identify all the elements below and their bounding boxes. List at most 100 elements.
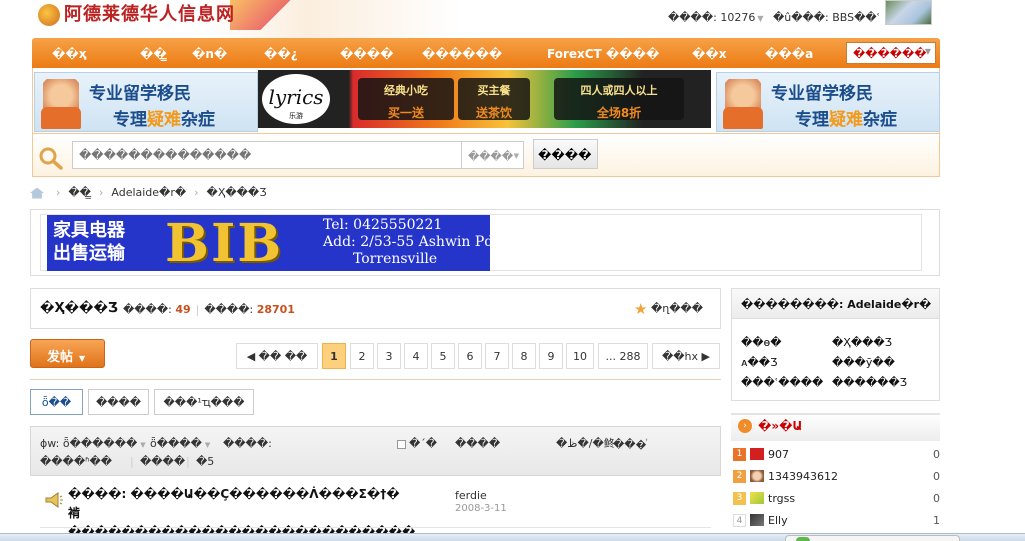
search-icon	[39, 147, 63, 170]
page-link[interactable]: 5	[431, 343, 455, 369]
category-link[interactable]: ��ɵ�	[741, 336, 782, 349]
banner-line1: 专业留学移民	[771, 84, 873, 104]
member-name[interactable]: 907	[768, 448, 789, 461]
nav-item[interactable]: ���a	[765, 47, 813, 61]
banner-line1: 专业留学移民	[89, 84, 191, 104]
chevron-down-icon[interactable]: ▼	[757, 14, 763, 23]
avatar[interactable]	[885, 0, 932, 25]
page-link[interactable]: 1	[322, 343, 346, 369]
logo-text: 阿德莱德华人信息网	[64, 4, 235, 25]
time-filter[interactable]: ����:	[223, 437, 272, 450]
page-link[interactable]: 7	[485, 343, 509, 369]
breadcrumb-item[interactable]: ��̳	[68, 186, 91, 199]
avatar	[750, 514, 764, 526]
lyrics-logo: lyrics 乐游	[262, 74, 330, 124]
new-post-button[interactable]: 发帖 ▼	[30, 339, 105, 368]
ad-brand: BIB	[165, 213, 284, 274]
forum-title: �Ҳ���Ʒ	[40, 301, 118, 316]
lyrics-banner[interactable]: lyrics 乐游 经典小吃 买一送 买主餐 送茶饮 四人或四人以上 全场8折	[258, 70, 711, 128]
home-icon[interactable]	[30, 187, 44, 199]
order-filter[interactable]: ȫ���� ▼	[150, 437, 210, 450]
user-credits[interactable]: ����: 10276	[668, 11, 755, 24]
member-name[interactable]: 1343943612	[768, 470, 838, 483]
avatar	[750, 492, 764, 504]
list-item[interactable]: 2 1343943612 0	[731, 467, 940, 487]
list-item[interactable]: 3 trgss 0	[731, 489, 940, 509]
page-link[interactable]: 2	[350, 343, 374, 369]
list-item[interactable]: 1 907 0	[731, 445, 940, 465]
search-button[interactable]: ����	[533, 139, 598, 169]
nav-item[interactable]: ��¿	[264, 47, 298, 61]
breadcrumb-item[interactable]: �Ҳ���Ʒ	[207, 186, 267, 199]
new-window-toggle[interactable]: �´�	[397, 437, 437, 450]
star-icon: ★	[634, 300, 648, 318]
sort-filter[interactable]: ɸw: ȫ������ ▼	[40, 437, 146, 450]
divider	[30, 379, 721, 380]
category-link[interactable]: ᴀ��Ʒ	[741, 356, 777, 369]
category-link[interactable]: ���ʿ����	[741, 376, 823, 389]
search-type-select[interactable]: ���� ▼	[462, 141, 524, 169]
category-title: ��������: Adelaide�r�	[732, 289, 939, 319]
breadcrumb-separator: ›	[56, 186, 61, 199]
chevron-down-icon: ▼	[140, 441, 146, 449]
nav-item[interactable]: ������	[422, 47, 502, 61]
rank-number: 3	[733, 492, 746, 505]
category-link[interactable]: �Ҳ���Ʒ	[832, 336, 892, 349]
page-link[interactable]: 4	[404, 343, 428, 369]
checkbox[interactable]	[397, 439, 406, 449]
edu-banner-right[interactable]: 专业留学移民 专理疑难杂症	[716, 72, 940, 132]
prev-page-button[interactable]: ◀ �� ��	[236, 343, 318, 369]
member-count: 0	[933, 470, 940, 483]
favorite-button[interactable]: ★ �ղ���	[634, 300, 703, 318]
col-last-header[interactable]: ���ⷢ	[613, 437, 647, 452]
member-name[interactable]: Elly	[768, 514, 788, 527]
promo-box: 经典小吃 买一送	[358, 78, 454, 120]
member-name[interactable]: trgss	[768, 492, 795, 505]
main-nav: ��ҳ ��̳ �n� ��¿ ���� ������ ForexCT ����…	[32, 38, 940, 68]
status-indicator	[796, 537, 810, 541]
col-author-header[interactable]: ����	[455, 437, 500, 450]
arrow-icon: ›	[738, 419, 752, 433]
category-link[interactable]: ���ӯ��	[832, 356, 895, 369]
search-input[interactable]	[72, 141, 462, 169]
page-link[interactable]: 8	[512, 343, 536, 369]
bib-ad-banner[interactable]: 家具电器 出售运输 BIB Tel: 0425550221 Add: 2/53-55…	[47, 213, 502, 274]
site-logo[interactable]: 阿德莱德华人信息网	[38, 0, 235, 30]
edu-banner-left[interactable]: 专业留学移民 专理疑难杂症	[34, 72, 258, 132]
nav-item[interactable]: ��x	[692, 47, 726, 61]
page-link[interactable]: ... 288	[598, 343, 648, 369]
next-page-button[interactable]: ��hx ▶	[652, 343, 720, 369]
col-replies-header[interactable]: �ظ�/�鿴	[556, 437, 615, 450]
chevron-down-icon: ▼	[924, 47, 931, 56]
page-link[interactable]: 6	[458, 343, 482, 369]
filter-tab[interactable]: ���¹ҵ���	[154, 389, 254, 415]
header-decoration	[230, 0, 300, 30]
chevron-right-icon: ▶	[698, 350, 710, 363]
rank-number: 2	[733, 470, 746, 483]
nav-item[interactable]: ��̳	[140, 47, 167, 61]
sort-by-views[interactable]: �5	[196, 455, 214, 468]
nav-item[interactable]: �n�	[192, 47, 227, 61]
breadcrumb-item[interactable]: Adelaide�r�	[111, 186, 186, 199]
nav-item[interactable]: ����	[340, 47, 393, 61]
taskbar-tab[interactable]	[785, 535, 960, 541]
nav-select[interactable]: ������ ▼	[846, 42, 936, 64]
forum-stats: ����: 49 | ����: 28701	[123, 303, 295, 316]
rank-number: 4	[733, 514, 746, 527]
filter-tab[interactable]: ����	[88, 389, 149, 415]
nav-select-value: ������	[853, 47, 927, 60]
page-link[interactable]: 3	[377, 343, 401, 369]
page-link[interactable]: 9	[539, 343, 563, 369]
filter-tab-all[interactable]: ȫ��	[30, 389, 83, 415]
nav-item[interactable]: ��ҳ	[52, 47, 86, 61]
user-group[interactable]: �û���: BBS��ʿ	[773, 11, 880, 24]
page-link[interactable]: 10	[566, 343, 594, 369]
category-link[interactable]: ������Ʒ	[832, 376, 907, 389]
thread-author[interactable]: ferdie	[455, 489, 487, 502]
list-item[interactable]: 4 Elly 1	[731, 511, 940, 531]
nav-item[interactable]: ForexCT ����	[547, 47, 659, 61]
sort-by-time[interactable]: ����ʱ��	[40, 455, 112, 468]
sort-by-reply[interactable]: ����	[140, 455, 185, 468]
chevron-left-icon: ◀	[246, 350, 259, 363]
divider	[40, 527, 711, 528]
